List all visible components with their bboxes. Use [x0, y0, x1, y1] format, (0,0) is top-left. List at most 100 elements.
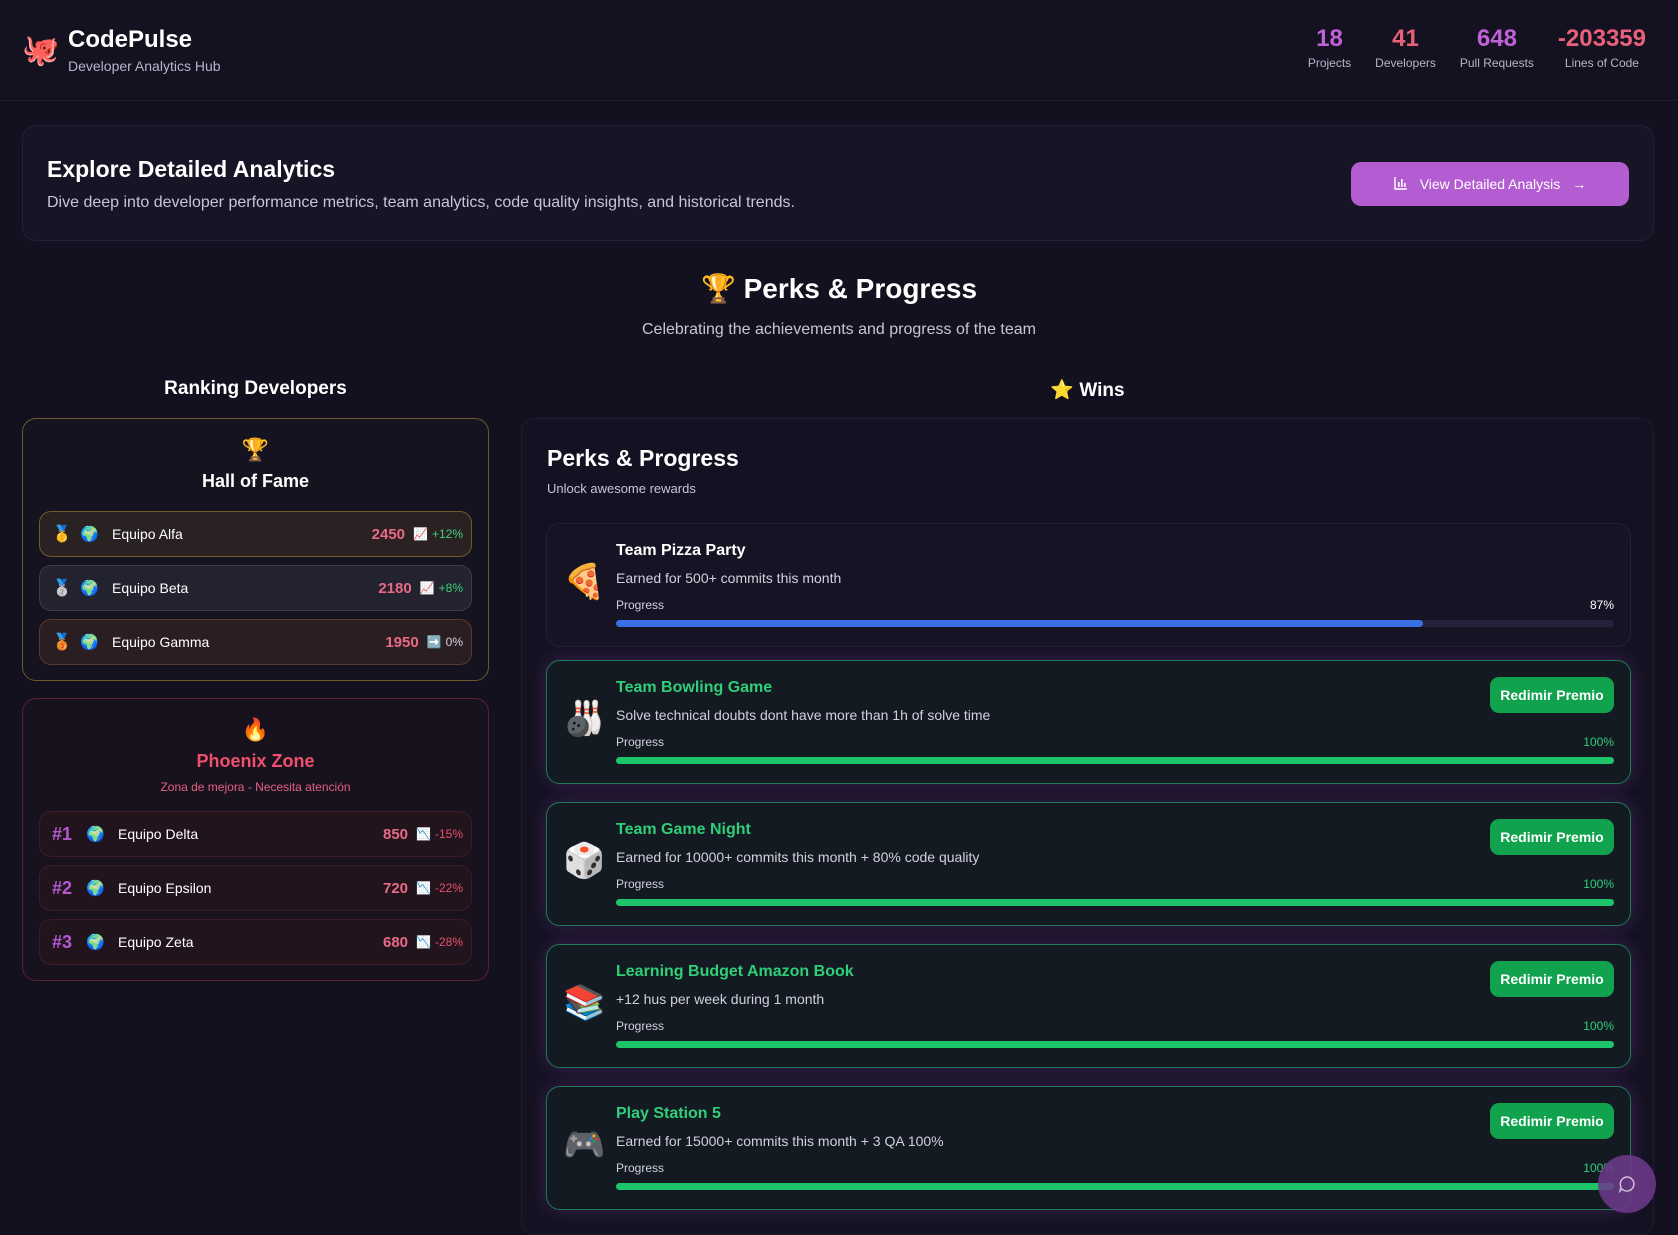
score-change: -15% [434, 827, 463, 841]
rank-number: #1 [52, 823, 73, 844]
perks-section-title: 🏆 Perks & Progress [700, 273, 978, 304]
gamepad-icon: 🎮 [563, 1126, 606, 1164]
trophy-icon: 🏆 [241, 437, 270, 462]
avatar: 🌍 [86, 826, 105, 843]
trend-down-icon: 📉 [416, 827, 431, 841]
score-change: +8% [438, 581, 463, 595]
perks-section-subtitle: Celebrating the achievements and progres… [641, 321, 1036, 338]
stat-developers: 41 Developers [1363, 24, 1448, 70]
perk-card-pizza-party: 🍕 Team Pizza Party Earned for 500+ commi… [546, 523, 1631, 647]
bowling-icon: 🎳 [563, 700, 606, 738]
phoenix-zone-note: Zona de mejora - Necesita atención [160, 780, 351, 794]
perk-title: Team Bowling Game [616, 679, 773, 696]
stat-value: 648 [1476, 25, 1517, 52]
wins-subtitle: Unlock awesome rewards [547, 481, 696, 496]
team-score: 1950 [385, 633, 419, 651]
team-name: Equipo Delta [118, 826, 199, 842]
stat-pull-requests: 648 Pull Requests [1448, 24, 1546, 70]
chat-bubble-icon[interactable] [1598, 1155, 1656, 1213]
team-score: 2180 [378, 579, 412, 597]
perk-title: Play Station 5 [616, 1105, 721, 1122]
progress-percent: 100% [1583, 1019, 1614, 1033]
dice-icon: 🎲 [563, 842, 606, 880]
progress-percent: 87% [1589, 598, 1614, 612]
team-name: Equipo Beta [112, 580, 189, 596]
books-icon: 📚 [563, 984, 606, 1022]
avatar: 🌍 [86, 934, 105, 951]
stat-label: Developers [1375, 56, 1436, 70]
progress-label: Progress [616, 1019, 665, 1033]
bronze-medal-icon: 🥉 [52, 634, 72, 651]
perk-card-learning-budget: 📚 Learning Budget Amazon Book +12 hus pe… [546, 944, 1631, 1068]
stat-value: -203359 [1557, 25, 1646, 52]
trend-up-icon: 📈 [413, 527, 428, 541]
perk-description: Earned for 500+ commits this month [616, 570, 842, 586]
rank-number: #3 [52, 931, 73, 952]
redeem-button[interactable]: Redimir Premio [1490, 1103, 1614, 1139]
team-name: Equipo Zeta [118, 934, 194, 950]
team-name: Equipo Gamma [112, 634, 210, 650]
view-detailed-analysis-button[interactable]: View Detailed Analysis → [1351, 162, 1629, 206]
silver-medal-icon: 🥈 [52, 580, 72, 597]
ranking-row[interactable]: #2 🌍 Equipo Epsilon 720 📉 -22% [39, 865, 472, 911]
avatar: 🌍 [80, 580, 99, 597]
team-score: 720 [383, 879, 409, 897]
perk-card-play-station: 🎮 Play Station 5 Earned for 15000+ commi… [546, 1086, 1631, 1210]
progress-bar [616, 1041, 1614, 1048]
gold-medal-icon: 🥇 [52, 526, 72, 543]
wins-panel: Perks & Progress Unlock awesome rewards … [521, 418, 1654, 1235]
progress-bar [616, 1183, 1614, 1190]
stat-projects: 18 Projects [1296, 24, 1363, 70]
octopus-icon[interactable]: 🐙 [22, 34, 59, 68]
brand-title: CodePulse [68, 26, 193, 53]
trend-flat-icon: ➡️ [426, 635, 442, 649]
progress-percent: 100% [1583, 877, 1614, 891]
redeem-button[interactable]: Redimir Premio [1490, 961, 1614, 997]
ranking-row[interactable]: #3 🌍 Equipo Zeta 680 📉 -28% [39, 919, 472, 965]
progress-fill [616, 899, 1614, 906]
rank-number: #2 [52, 877, 73, 898]
perk-title: Team Game Night [616, 821, 751, 838]
progress-fill [616, 1183, 1614, 1190]
stat-label: Pull Requests [1459, 56, 1534, 70]
stat-lines-of-code: -203359 Lines of Code [1546, 24, 1658, 70]
ranking-row[interactable]: #1 🌍 Equipo Delta 850 📉 -15% [39, 811, 472, 857]
explore-analytics-card: Explore Detailed Analytics Dive deep int… [22, 125, 1654, 241]
perk-title: Team Pizza Party [616, 542, 746, 559]
hall-of-fame-panel: 🏆 Hall of Fame 🥇 🌍 Equipo Alfa 2450 📈 +1… [22, 418, 489, 681]
team-name: Equipo Alfa [112, 526, 183, 542]
perk-description: +12 hus per week during 1 month [616, 991, 825, 1007]
ranking-row[interactable]: 🥇 🌍 Equipo Alfa 2450 📈 +12% [39, 511, 472, 557]
ranking-row[interactable]: 🥉 🌍 Equipo Gamma 1950 ➡️ 0% [39, 619, 472, 665]
progress-fill [616, 757, 1614, 764]
team-score: 2450 [371, 525, 406, 543]
wins-title: Perks & Progress [547, 445, 739, 471]
fire-icon: 🔥 [241, 717, 270, 742]
progress-label: Progress [616, 598, 665, 612]
perk-description: Solve technical doubts dont have more th… [616, 707, 991, 723]
progress-label: Progress [616, 1161, 665, 1175]
ranking-column-title: Ranking Developers [164, 378, 347, 399]
team-score: 680 [383, 933, 409, 951]
phoenix-zone-panel: 🔥 Phoenix Zone Zona de mejora - Necesita… [22, 698, 489, 981]
progress-bar [616, 757, 1614, 764]
redeem-button[interactable]: Redimir Premio [1490, 819, 1614, 855]
perk-card-game-night: 🎲 Team Game Night Earned for 10000+ comm… [546, 802, 1631, 926]
redeem-button[interactable]: Redimir Premio [1490, 677, 1614, 713]
perk-title: Learning Budget Amazon Book [616, 963, 854, 980]
team-name: Equipo Epsilon [118, 880, 212, 896]
stat-value: 18 [1316, 25, 1343, 52]
perk-description: Earned for 15000+ commits this month + 3… [616, 1133, 944, 1149]
avatar: 🌍 [80, 526, 99, 543]
trend-down-icon: 📉 [416, 935, 431, 949]
avatar: 🌍 [86, 880, 105, 897]
wins-column-title: ⭐ Wins [1050, 380, 1125, 401]
view-detailed-analysis-label: View Detailed Analysis [1419, 176, 1561, 192]
ranking-row[interactable]: 🥈 🌍 Equipo Beta 2180 📈 +8% [39, 565, 472, 611]
bar-chart-icon [1393, 176, 1408, 193]
arrow-right-icon: → [1572, 176, 1587, 192]
score-change: +12% [431, 527, 463, 541]
app-header: 🐙 CodePulse Developer Analytics Hub 18 P… [0, 0, 1678, 101]
progress-label: Progress [616, 735, 665, 749]
brand-subtitle: Developer Analytics Hub [68, 58, 221, 74]
